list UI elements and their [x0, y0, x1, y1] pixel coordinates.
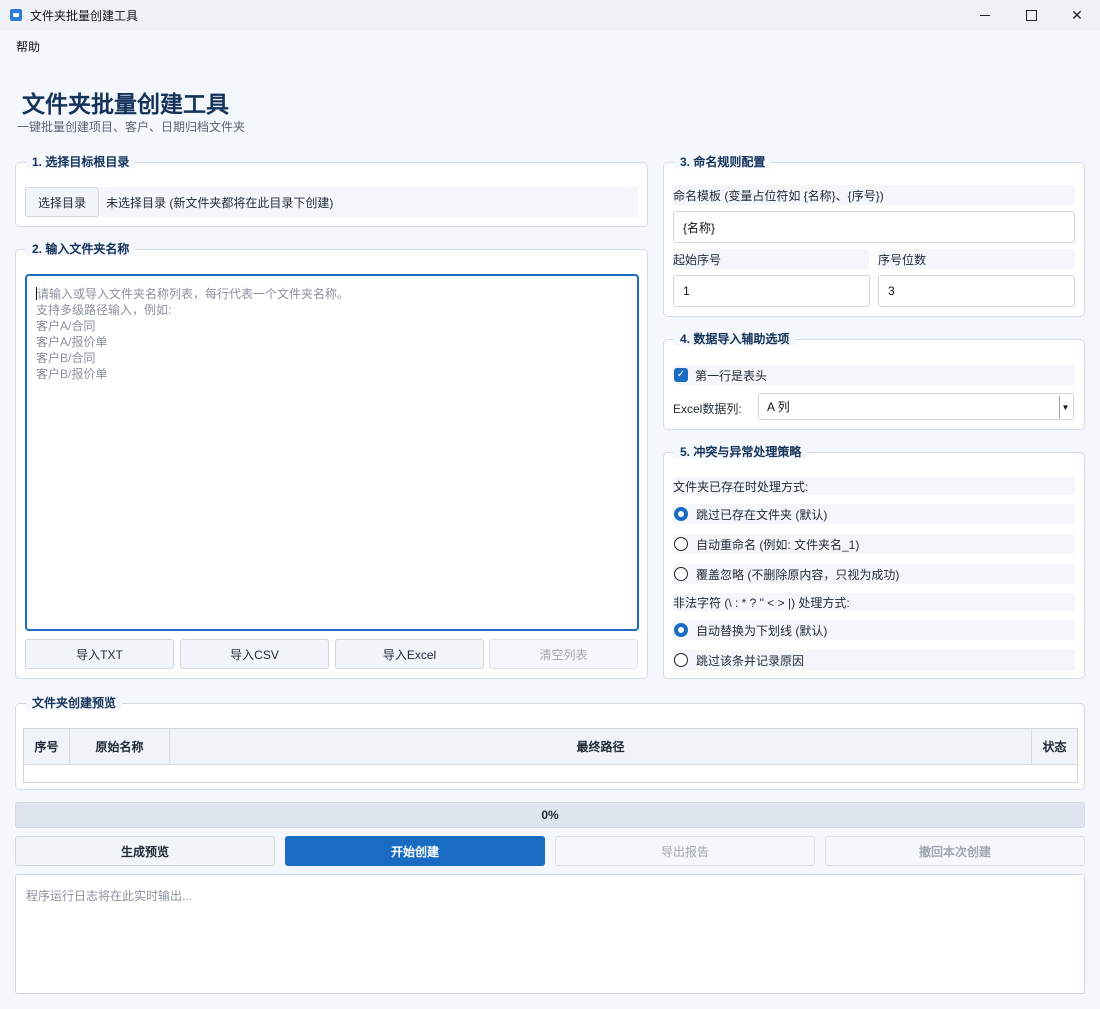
template-label-text: 命名模板 (变量占位符如 {名称}、{序号}) [673, 188, 884, 203]
illegal-chars-label: 非法字符 (\ : * ? " < > |) 处理方式: [673, 593, 1075, 611]
window-title: 文件夹批量创建工具 [30, 8, 139, 23]
log-placeholder: 程序运行日志将在此实时输出... [26, 889, 193, 903]
exists-label: 文件夹已存在时处理方式: [673, 477, 1075, 495]
column-header-original-name[interactable]: 原始名称 [70, 729, 170, 765]
illegal-option-replace-radio[interactable] [674, 623, 688, 637]
illegal-option-replace[interactable]: 自动替换为下划线 (默认) [673, 620, 1075, 640]
maximize-button[interactable] [1008, 0, 1054, 30]
start-number-label-text: 起始序号 [673, 252, 722, 267]
digits-label: 序号位数 [878, 249, 1075, 269]
folder-names-group: 2. 输入文件夹名称 请输入或导入文件夹名称列表，每行代表一个文件夹名称。 支持… [15, 242, 648, 679]
exists-option-overwrite-radio[interactable] [674, 567, 688, 581]
excel-column-select[interactable]: A 列 [758, 393, 1074, 420]
digits-label-text: 序号位数 [878, 252, 927, 267]
header-row-label: 第一行是表头 [695, 368, 768, 383]
exists-option-rename[interactable]: 自动重命名 (例如: 文件夹名_1) [673, 534, 1075, 554]
import-txt-button[interactable]: 导入TXT [25, 639, 174, 669]
choose-directory-button[interactable]: 选择目录 [25, 187, 99, 217]
textarea-placeholder: 请输入或导入文件夹名称列表，每行代表一个文件夹名称。 支持多级路径输入，例如: … [36, 287, 350, 381]
start-number-value: 1 [683, 284, 690, 298]
menu-item-help[interactable]: 帮助 [16, 38, 40, 55]
group-title: 5. 冲突与异常处理策略 [674, 445, 808, 459]
header-row-option[interactable]: 第一行是表头 [673, 365, 1075, 385]
import-csv-button[interactable]: 导入CSV [180, 639, 329, 669]
group-title: 文件夹创建预览 [26, 696, 123, 710]
start-number-input[interactable]: 1 [673, 275, 870, 307]
chevron-down-icon[interactable] [1059, 396, 1071, 418]
exists-option-skip-label: 跳过已存在文件夹 (默认) [696, 507, 828, 522]
exists-label-text: 文件夹已存在时处理方式: [673, 479, 809, 494]
group-title: 3. 命名规则配置 [674, 155, 772, 169]
exists-option-skip[interactable]: 跳过已存在文件夹 (默认) [673, 504, 1075, 524]
menu-bar: 帮助 [0, 30, 1100, 62]
directory-status-text: 未选择目录 (新文件夹都将在此目录下创建) [106, 195, 334, 210]
undo-create-button[interactable]: 撤回本次创建 [825, 836, 1085, 866]
column-header-final-path[interactable]: 最终路径 [170, 729, 1032, 765]
group-title: 4. 数据导入辅助选项 [674, 332, 796, 346]
log-output[interactable]: 程序运行日志将在此实时输出... [15, 874, 1085, 994]
excel-column-value: A 列 [767, 400, 790, 414]
exists-option-skip-radio[interactable] [674, 507, 688, 521]
generate-preview-button[interactable]: 生成预览 [15, 836, 275, 866]
conflict-handling-group: 5. 冲突与异常处理策略 文件夹已存在时处理方式: 跳过已存在文件夹 (默认) … [663, 445, 1085, 679]
illegal-chars-label-text: 非法字符 (\ : * ? " < > |) 处理方式: [673, 595, 850, 610]
illegal-option-skip-radio[interactable] [674, 653, 688, 667]
column-header-index[interactable]: 序号 [24, 729, 70, 765]
page-title: 文件夹批量创建工具 [22, 92, 229, 118]
clear-list-button[interactable]: 清空列表 [489, 639, 638, 669]
illegal-option-skip-label: 跳过该条并记录原因 [696, 653, 805, 668]
illegal-option-replace-label: 自动替换为下划线 (默认) [696, 623, 828, 638]
page-subtitle: 一键批量创建项目、客户、日期归档文件夹 [17, 120, 246, 134]
window-controls [962, 0, 1100, 30]
exists-option-overwrite-label: 覆盖忽略 (不删除原内容，只视为成功) [696, 567, 900, 582]
preview-group: 文件夹创建预览 序号 原始名称 最终路径 状态 [15, 696, 1085, 790]
progress-text: 0% [541, 808, 559, 822]
import-excel-button[interactable]: 导入Excel [335, 639, 484, 669]
group-title: 1. 选择目标根目录 [26, 155, 136, 169]
digits-value: 3 [888, 284, 895, 298]
template-input-value: {名称} [683, 220, 716, 235]
naming-rules-group: 3. 命名规则配置 命名模板 (变量占位符如 {名称}、{序号}) {名称} 起… [663, 155, 1085, 317]
start-create-button[interactable]: 开始创建 [285, 836, 545, 866]
folder-names-textarea[interactable]: 请输入或导入文件夹名称列表，每行代表一个文件夹名称。 支持多级路径输入，例如: … [25, 274, 639, 631]
minimize-button[interactable] [962, 0, 1008, 30]
template-input[interactable]: {名称} [673, 211, 1075, 243]
group-title: 2. 输入文件夹名称 [26, 242, 136, 256]
start-number-label: 起始序号 [673, 249, 869, 269]
header-row-checkbox[interactable]: ✓ [674, 368, 688, 382]
progress-bar: 0% [15, 802, 1085, 828]
close-button[interactable] [1054, 0, 1100, 30]
directory-status-strip: 未选择目录 (新文件夹都将在此目录下创建) [100, 187, 638, 217]
exists-option-overwrite[interactable]: 覆盖忽略 (不删除原内容，只视为成功) [673, 564, 1075, 584]
digits-input[interactable]: 3 [878, 275, 1075, 307]
excel-column-label: Excel数据列: [673, 402, 742, 416]
app-icon [10, 9, 22, 21]
illegal-option-skip[interactable]: 跳过该条并记录原因 [673, 650, 1075, 670]
template-label: 命名模板 (变量占位符如 {名称}、{序号}) [673, 185, 1075, 205]
preview-table[interactable]: 序号 原始名称 最终路径 状态 [23, 728, 1078, 783]
exists-option-rename-label: 自动重命名 (例如: 文件夹名_1) [696, 537, 860, 552]
target-directory-group: 1. 选择目标根目录 未选择目录 (新文件夹都将在此目录下创建) 选择目录 [15, 155, 648, 227]
exists-option-rename-radio[interactable] [674, 537, 688, 551]
title-bar: 文件夹批量创建工具 [0, 0, 1100, 30]
export-report-button[interactable]: 导出报告 [555, 836, 815, 866]
import-options-group: 4. 数据导入辅助选项 第一行是表头 ✓ Excel数据列: A 列 [663, 332, 1085, 430]
column-header-status[interactable]: 状态 [1032, 729, 1077, 765]
